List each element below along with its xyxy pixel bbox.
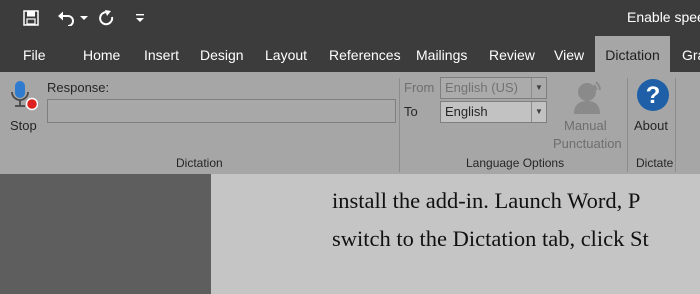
ribbon-dictation: Stop Response: Dictation From English (U… bbox=[0, 72, 700, 174]
document-gutter bbox=[0, 174, 211, 294]
chevron-down-icon[interactable] bbox=[79, 0, 89, 36]
ribbon-tab-bar: File Home Insert Design Layout Reference… bbox=[0, 36, 700, 72]
to-label: To bbox=[404, 104, 418, 119]
save-icon[interactable] bbox=[20, 0, 42, 36]
chevron-down-icon: ▼ bbox=[531, 78, 546, 98]
about-button[interactable]: ? About bbox=[632, 76, 676, 136]
tab-file[interactable]: File bbox=[23, 36, 46, 72]
document-text-line: install the add-in. Launch Word, P bbox=[332, 188, 641, 213]
to-language-select[interactable]: English ▼ bbox=[440, 101, 547, 123]
tab-review[interactable]: Review bbox=[489, 36, 535, 72]
manual-punctuation-button: Manual Punctuation bbox=[553, 76, 628, 154]
group-divider bbox=[675, 78, 676, 172]
redo-icon[interactable] bbox=[96, 0, 116, 36]
microphone-icon bbox=[11, 81, 38, 111]
window-title: Enable spee bbox=[627, 9, 700, 25]
from-language-select: English (US) ▼ bbox=[440, 77, 547, 99]
tab-layout[interactable]: Layout bbox=[265, 36, 307, 72]
tab-dictation[interactable]: Dictation bbox=[595, 36, 670, 72]
tab-insert[interactable]: Insert bbox=[144, 36, 179, 72]
chevron-down-icon: ▼ bbox=[531, 102, 546, 122]
tab-mailings[interactable]: Mailings bbox=[416, 36, 467, 72]
svg-text:?: ? bbox=[646, 82, 661, 109]
about-label: About bbox=[634, 118, 668, 133]
tab-grammarly[interactable]: Gra bbox=[682, 36, 700, 72]
to-language-value: English bbox=[445, 104, 488, 119]
tab-view[interactable]: View bbox=[554, 36, 584, 72]
response-field[interactable] bbox=[47, 99, 396, 123]
help-icon: ? bbox=[637, 79, 669, 111]
tab-home[interactable]: Home bbox=[83, 36, 120, 72]
tab-references[interactable]: References bbox=[329, 36, 401, 72]
stop-label: Stop bbox=[10, 118, 37, 133]
document-page[interactable]: install the add-in. Launch Word, P switc… bbox=[211, 174, 700, 294]
stop-button[interactable]: Stop bbox=[8, 78, 40, 138]
manual-punctuation-label-1: Manual bbox=[564, 118, 607, 133]
customize-qat-icon[interactable] bbox=[134, 0, 146, 36]
manual-punctuation-label-2: Punctuation bbox=[553, 136, 622, 151]
undo-icon[interactable] bbox=[55, 0, 77, 36]
from-label: From bbox=[404, 80, 435, 95]
group-divider bbox=[627, 78, 628, 172]
response-label: Response: bbox=[47, 80, 110, 95]
tab-design[interactable]: Design bbox=[200, 36, 244, 72]
document-text-line: switch to the Dictation tab, click St bbox=[332, 226, 649, 251]
title-bar: Enable spee bbox=[0, 0, 700, 36]
speaker-head-icon bbox=[574, 81, 601, 114]
language-options-group-label: Language Options bbox=[466, 156, 565, 170]
dictation-group-label: Dictation bbox=[176, 156, 223, 170]
from-language-value: English (US) bbox=[445, 80, 518, 95]
dictate-group-label: Dictate bbox=[636, 156, 674, 170]
group-divider bbox=[399, 78, 400, 172]
